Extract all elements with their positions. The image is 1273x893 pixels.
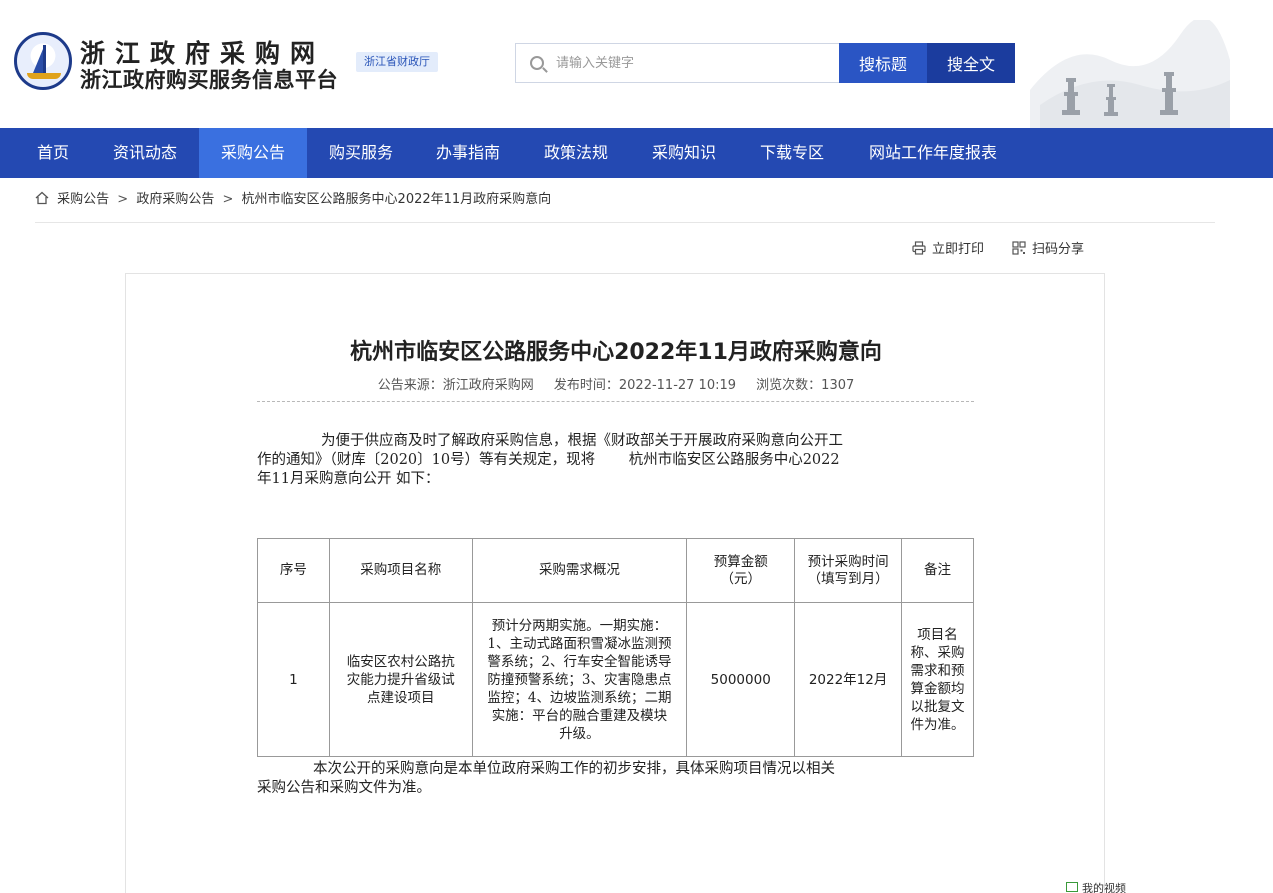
search-icon <box>530 56 544 70</box>
article-source: 公告来源：浙江政府采购网 <box>377 378 534 393</box>
my-video-link[interactable]: 我的视频 <box>1082 880 1126 893</box>
cell-no: 1 <box>257 602 330 757</box>
meta-divider <box>257 401 974 402</box>
nav-item-procurement-notice[interactable]: 采购公告 <box>199 128 307 178</box>
breadcrumb-item[interactable]: 采购公告 <box>57 192 109 207</box>
column-header: 备注 <box>901 538 974 603</box>
breadcrumb-divider <box>35 222 1215 223</box>
article-title: 杭州市临安区公路服务中心2022年11月政府采购意向 <box>350 340 882 365</box>
table-row: 1 临安区农村公路抗灾能力提升省级试点建设项目 预计分两期实施。一期实施：1、主… <box>257 602 974 757</box>
breadcrumb-separator: > <box>222 192 234 207</box>
cell-budget: 5000000 <box>686 602 796 757</box>
qr-code-icon <box>1012 241 1026 255</box>
bottom-toolbar: 我的视频 <box>1060 878 1273 893</box>
site-subtitle: 浙江政府购买服务信息平台 <box>80 68 338 92</box>
nav-item-knowledge[interactable]: 采购知识 <box>631 128 737 178</box>
nav-item-purchase-service[interactable]: 购买服务 <box>308 128 414 178</box>
cell-time: 2022年12月 <box>794 602 903 757</box>
video-icon <box>1066 882 1078 892</box>
home-icon[interactable] <box>35 191 49 205</box>
intro-line: 年11月采购意向公开 如下： <box>257 471 440 487</box>
article-card: 杭州市临安区公路服务中心2022年11月政府采购意向 公告来源：浙江政府采购网 … <box>125 273 1105 893</box>
closing-line: 本次公开的采购意向是本单位政府采购工作的初步安排，具体采购项目情况以相关 <box>313 761 835 777</box>
column-header: 预计采购时间（填写到月） <box>794 538 903 603</box>
article-meta: 公告来源：浙江政府采购网 发布时间：2022-11-27 10:19 浏览次数：… <box>126 374 1106 393</box>
nav-item-home[interactable]: 首页 <box>16 128 90 178</box>
procurement-table: 序号 采购项目名称 采购需求概况 预算金额（元） 预计采购时间（填写到月） 备注… <box>257 538 974 757</box>
intro-paragraph: 为便于供应商及时了解政府采购信息，根据《财政部关于开展政府采购意向公开工 作的通… <box>257 432 974 489</box>
main-nav: 首页 资讯动态 采购公告 购买服务 办事指南 政策法规 采购知识 下载专区 网站… <box>0 128 1273 178</box>
site-logo-emblem[interactable] <box>14 32 72 90</box>
closing-paragraph: 本次公开的采购意向是本单位政府采购工作的初步安排，具体采购项目情况以相关 采购公… <box>257 760 974 798</box>
pagoda-scenery-icon <box>1030 20 1230 128</box>
column-header: 采购需求概况 <box>471 538 688 603</box>
search-title-button[interactable]: 搜标题 <box>839 43 927 83</box>
column-header: 采购项目名称 <box>328 538 473 603</box>
site-header: 浙江政府采购网 浙江政府购买服务信息平台 浙江省财政厅 搜标题 搜全文 <box>0 0 1273 128</box>
table-header-row: 序号 采购项目名称 采购需求概况 预算金额（元） 预计采购时间（填写到月） 备注 <box>257 538 974 603</box>
intro-line: 为便于供应商及时了解政府采购信息，根据《财政部关于开展政府采购意向公开工 <box>321 433 843 449</box>
cell-project-name: 临安区农村公路抗灾能力提升省级试点建设项目 <box>328 602 473 757</box>
search-box <box>515 43 839 83</box>
dept-badge: 浙江省财政厅 <box>356 52 438 72</box>
cell-summary: 预计分两期实施。一期实施：1、主动式路面积雪凝冰监测预警系统；2、行车安全智能诱… <box>471 602 688 757</box>
nav-item-guide[interactable]: 办事指南 <box>415 128 521 178</box>
nav-item-news[interactable]: 资讯动态 <box>92 128 198 178</box>
column-header: 预算金额（元） <box>686 538 796 603</box>
breadcrumb-separator: > <box>117 192 129 207</box>
article-view-count: 浏览次数：1307 <box>756 378 855 393</box>
intro-line: 作的通知》（财库〔2020〕10号）等有关规定，现将 杭州市临安区公路服务中心2… <box>257 452 840 468</box>
print-label: 立即打印 <box>932 242 985 257</box>
closing-line: 采购公告和采购文件为准。 <box>257 780 431 796</box>
article-publish-time: 发布时间：2022-11-27 10:19 <box>553 378 737 393</box>
nav-item-policy[interactable]: 政策法规 <box>523 128 629 178</box>
search-fulltext-button[interactable]: 搜全文 <box>927 43 1015 83</box>
column-header: 序号 <box>257 538 330 603</box>
share-label: 扫码分享 <box>1032 242 1085 257</box>
breadcrumb-item[interactable]: 政府采购公告 <box>136 192 214 207</box>
qr-share-button[interactable]: 扫码分享 <box>1012 240 1084 260</box>
cell-remark: 项目名称、采购需求和预算金额均以批复文件为准。 <box>901 602 974 757</box>
nav-item-annual-report[interactable]: 网站工作年度报表 <box>847 128 1019 178</box>
breadcrumb: 采购公告 > 政府采购公告 > 杭州市临安区公路服务中心2022年11月政府采购… <box>35 190 551 210</box>
nav-item-downloads[interactable]: 下载专区 <box>739 128 845 178</box>
breadcrumb-current: 杭州市临安区公路服务中心2022年11月政府采购意向 <box>241 192 552 207</box>
search-input[interactable] <box>556 52 826 74</box>
print-button[interactable]: 立即打印 <box>912 240 984 260</box>
printer-icon <box>912 241 926 255</box>
